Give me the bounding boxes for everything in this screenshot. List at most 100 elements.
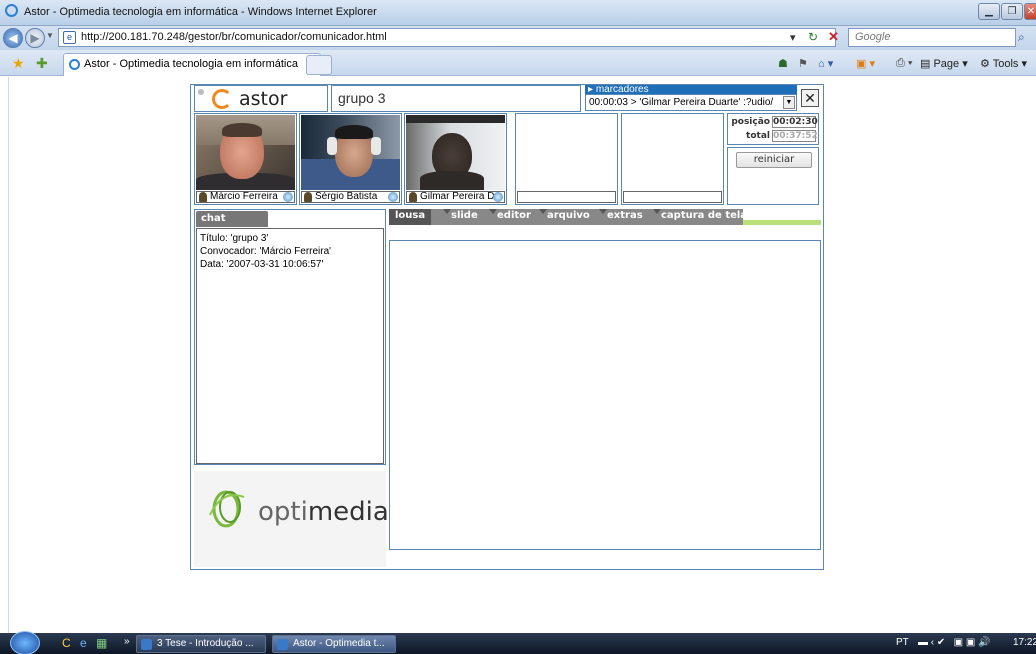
close-app-button[interactable]: ✕ xyxy=(801,89,819,107)
url-dropdown-icon[interactable]: ▾ xyxy=(790,31,796,44)
optimedia-logo: optimedia xyxy=(194,471,389,567)
window-titlebar: Astor - Optimedia tecnologia em informát… xyxy=(0,0,1036,26)
tab-label: Astor - Optimedia tecnologia em informát… xyxy=(84,58,298,70)
ie-icon xyxy=(277,639,288,650)
chat-tab[interactable]: chat público xyxy=(196,211,268,240)
tab-ie-icon xyxy=(69,59,80,70)
tool-tabs: lousa slide editor arquivo extras captur… xyxy=(389,209,821,225)
address-bar-row: ◀ ▶ ▼ e http://200.181.70.248/gestor/br/… xyxy=(0,26,1036,50)
minimize-button[interactable]: ▁ xyxy=(978,3,1000,20)
url-text: http://200.181.70.248/gestor/br/comunica… xyxy=(81,31,387,43)
new-tab-button[interactable] xyxy=(306,55,332,75)
position-value: 00:02:30 xyxy=(772,116,818,128)
window-title: Astor - Optimedia tecnologia em informát… xyxy=(24,6,377,18)
chat-line: Convocador: 'Márcio Ferreira' xyxy=(200,246,332,257)
chat-panel: chat público Título: 'grupo 3' Convocado… xyxy=(194,209,386,465)
quicklaunch-c-icon[interactable]: C xyxy=(62,636,71,650)
taskbar: C e ▦ » 3 Tese - Introdução ... Astor - … xyxy=(0,631,1036,654)
rss-icon[interactable]: ▣ ▾ xyxy=(856,57,875,70)
close-window-button[interactable]: ✕ xyxy=(1024,3,1036,20)
tab-astor[interactable]: Astor - Optimedia tecnologia em informát… xyxy=(63,53,321,76)
person-icon xyxy=(409,192,417,202)
language-indicator[interactable]: PT xyxy=(896,637,909,648)
participant-name-3: Gilmar Pereira D xyxy=(406,191,505,203)
clock[interactable]: 17:22 xyxy=(1013,637,1036,648)
back-button[interactable]: ◀ xyxy=(3,28,23,48)
refresh-icon[interactable]: ↻ xyxy=(808,30,818,44)
restart-button[interactable]: reiniciar xyxy=(736,152,812,168)
quicklaunch-desktop-icon[interactable]: ▦ xyxy=(96,636,107,650)
participant-video-3 xyxy=(406,115,505,190)
tab-bar: ★ ✚ Astor - Optimedia tecnologia em info… xyxy=(0,50,1036,76)
video-cell-empty-2 xyxy=(621,113,724,205)
optimedia-swirl-icon xyxy=(209,490,245,528)
restart-area: reiniciar xyxy=(727,147,819,205)
screen: Astor - Optimedia tecnologia em informát… xyxy=(0,0,1036,654)
total-value: 00:37:52 xyxy=(772,130,818,142)
astor-swirl-icon xyxy=(212,89,232,109)
logo-text: astor xyxy=(239,88,288,110)
tools-menu[interactable]: ⚙ Tools ▾ xyxy=(980,57,1027,70)
video-cell-1[interactable]: Márcio Ferreira xyxy=(194,113,297,205)
word-icon xyxy=(141,639,152,650)
person-icon xyxy=(199,192,207,202)
person-icon xyxy=(304,192,312,202)
tab-slide[interactable]: slide xyxy=(443,209,478,225)
group-name: grupo 3 xyxy=(331,85,581,112)
tab-captura-de-tela[interactable]: captura de tela xyxy=(652,209,747,225)
empty-name-1 xyxy=(517,191,616,203)
taskbar-item-astor[interactable]: Astor - Optimedia t... xyxy=(272,635,396,653)
whiteboard-area[interactable] xyxy=(389,240,821,550)
camera-icon[interactable] xyxy=(283,192,293,202)
tab-editor[interactable]: editor xyxy=(489,209,531,225)
video-cell-2[interactable]: Sérgio Batista xyxy=(299,113,402,205)
video-cell-empty-1 xyxy=(515,113,618,205)
optimedia-wordmark: optimedia xyxy=(258,497,389,527)
tab-lousa[interactable]: lousa xyxy=(389,209,432,225)
history-dropdown-icon[interactable]: ▼ xyxy=(46,31,54,40)
page-menu[interactable]: ▤ Page ▾ xyxy=(920,57,968,70)
quicklaunch-ie-icon[interactable]: e xyxy=(80,636,87,650)
markers-selected: 00:00:03 > 'Gilmar Pereira Duarte' :?udi… xyxy=(589,97,774,108)
video-cell-3[interactable]: Gilmar Pereira D xyxy=(404,113,507,205)
tray-icons[interactable]: ▬ ‹ ✔ ▣ ▣ 🔊 xyxy=(918,637,991,648)
add-favorites-icon[interactable]: ✚ xyxy=(36,55,48,72)
print-icon[interactable]: ⎙ ▾ xyxy=(896,57,912,70)
start-button[interactable] xyxy=(10,631,40,654)
chat-line: Título: 'grupo 3' xyxy=(200,233,269,244)
favorites-star-icon[interactable]: ★ xyxy=(12,55,25,72)
tab-arquivo[interactable]: arquivo xyxy=(539,209,590,225)
status-dot-icon xyxy=(198,89,204,95)
participant-name-2: Sérgio Batista xyxy=(301,191,400,203)
ie-logo-icon xyxy=(5,4,18,17)
home-icon[interactable]: ⌂ ▾ xyxy=(818,57,833,70)
search-icon[interactable]: ⌕ xyxy=(1018,30,1025,45)
taskbar-item-tese[interactable]: 3 Tese - Introdução ... xyxy=(136,635,266,653)
tab-extras[interactable]: extras xyxy=(599,209,643,225)
url-input[interactable]: e http://200.181.70.248/gestor/br/comuni… xyxy=(58,28,836,47)
astor-logo: astor xyxy=(194,85,328,112)
maximize-button[interactable]: ❐ xyxy=(1001,3,1023,20)
search-input[interactable]: Google xyxy=(848,28,1016,47)
quicklaunch-more-icon[interactable]: » xyxy=(124,636,130,647)
page-icon: e xyxy=(63,31,76,44)
forward-button[interactable]: ▶ xyxy=(25,28,45,48)
participant-name-1: Márcio Ferreira xyxy=(196,191,295,203)
participant-video-1 xyxy=(196,115,295,190)
astor-app: astor grupo 3 ▸ marcadores 00:00:03 > 'G… xyxy=(190,84,824,570)
stop-icon[interactable]: ✕ xyxy=(828,29,839,45)
position-row: posição 00:02:30 xyxy=(731,116,818,128)
camera-icon[interactable] xyxy=(493,192,503,202)
research-icon[interactable]: ⚑ xyxy=(798,57,808,70)
total-row: total 00:37:52 xyxy=(746,130,818,142)
chat-line: Data: '2007-03-31 10:06:57' xyxy=(200,259,324,270)
markers-select[interactable]: 00:00:03 > 'Gilmar Pereira Duarte' :?udi… xyxy=(585,94,797,111)
empty-name-2 xyxy=(623,191,722,203)
participant-video-2 xyxy=(301,115,400,190)
chat-body[interactable]: Título: 'grupo 3' Convocador: 'Márcio Fe… xyxy=(196,228,384,464)
feeds-icon[interactable]: ☗ xyxy=(778,57,788,70)
camera-icon[interactable] xyxy=(388,192,398,202)
markers-label: ▸ marcadores xyxy=(585,85,797,95)
playback-position: posição 00:02:30 total 00:37:52 xyxy=(727,113,819,145)
chevron-down-icon[interactable]: ▼ xyxy=(783,96,795,109)
